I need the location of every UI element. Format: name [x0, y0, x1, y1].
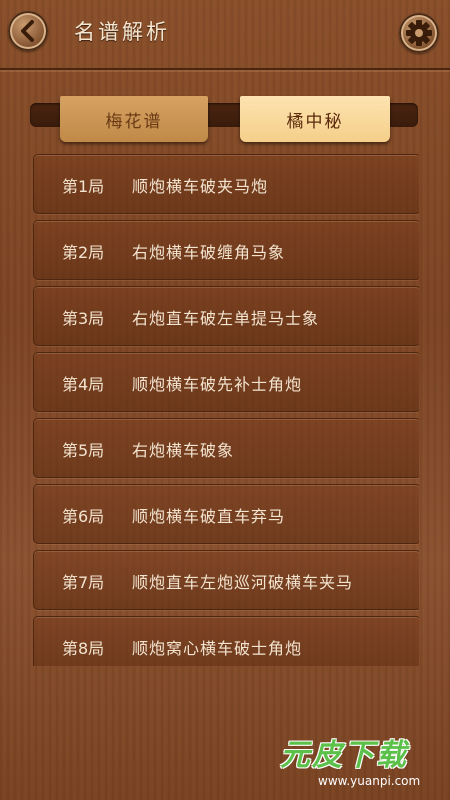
watermark-logo: 元皮下载 [280, 738, 408, 773]
game-title: 顺炮直车左炮巡河破横车夹马 [132, 573, 354, 592]
game-title: 右炮横车破缠角马象 [132, 243, 286, 262]
list-item[interactable]: 第4局 顺炮横车破先补士角炮 [33, 352, 419, 412]
game-list[interactable]: 第1局 顺炮横车破夹马炮 第2局 右炮横车破缠角马象 第3局 右炮直车破左单提马… [33, 154, 419, 666]
game-number: 第3局 [62, 309, 105, 328]
list-item[interactable]: 第5局 右炮横车破象 [33, 418, 419, 478]
game-title: 顺炮窝心横车破士角炮 [132, 639, 303, 658]
game-number: 第2局 [62, 243, 105, 262]
page-title: 名谱解析 [74, 20, 170, 44]
game-number: 第8局 [62, 639, 105, 658]
game-title: 顺炮横车破直车弃马 [132, 507, 286, 526]
watermark-url: www.yuanpi.com [318, 774, 421, 788]
chevron-left-icon [21, 20, 34, 42]
back-button[interactable] [8, 11, 48, 51]
game-number: 第6局 [62, 507, 105, 526]
settings-button[interactable] [399, 13, 439, 53]
list-item[interactable]: 第3局 右炮直车破左单提马士象 [33, 286, 419, 346]
top-bar: 名谱解析 [0, 0, 450, 70]
list-item[interactable]: 第7局 顺炮直车左炮巡河破横车夹马 [33, 550, 419, 610]
game-number: 第5局 [62, 441, 105, 460]
list-item[interactable]: 第6局 顺炮横车破直车弃马 [33, 484, 419, 544]
list-item[interactable]: 第2局 右炮横车破缠角马象 [33, 220, 419, 280]
game-title: 右炮横车破象 [132, 441, 235, 460]
list-item[interactable]: 第8局 顺炮窝心横车破士角炮 [33, 616, 419, 666]
game-number: 第1局 [62, 177, 105, 196]
tab-meihuapu[interactable]: 梅花谱 [60, 96, 208, 142]
game-title: 顺炮横车破先补士角炮 [132, 375, 303, 394]
game-title: 顺炮横车破夹马炮 [132, 177, 269, 196]
watermark: 元皮下载 www.yuanpi.com [262, 730, 442, 792]
gear-icon [406, 20, 432, 46]
tab-juzhongmi[interactable]: 橘中秘 [240, 96, 390, 142]
list-item[interactable]: 第1局 顺炮横车破夹马炮 [33, 154, 419, 214]
game-number: 第7局 [62, 573, 105, 592]
game-title: 右炮直车破左单提马士象 [132, 309, 320, 328]
game-number: 第4局 [62, 375, 105, 394]
